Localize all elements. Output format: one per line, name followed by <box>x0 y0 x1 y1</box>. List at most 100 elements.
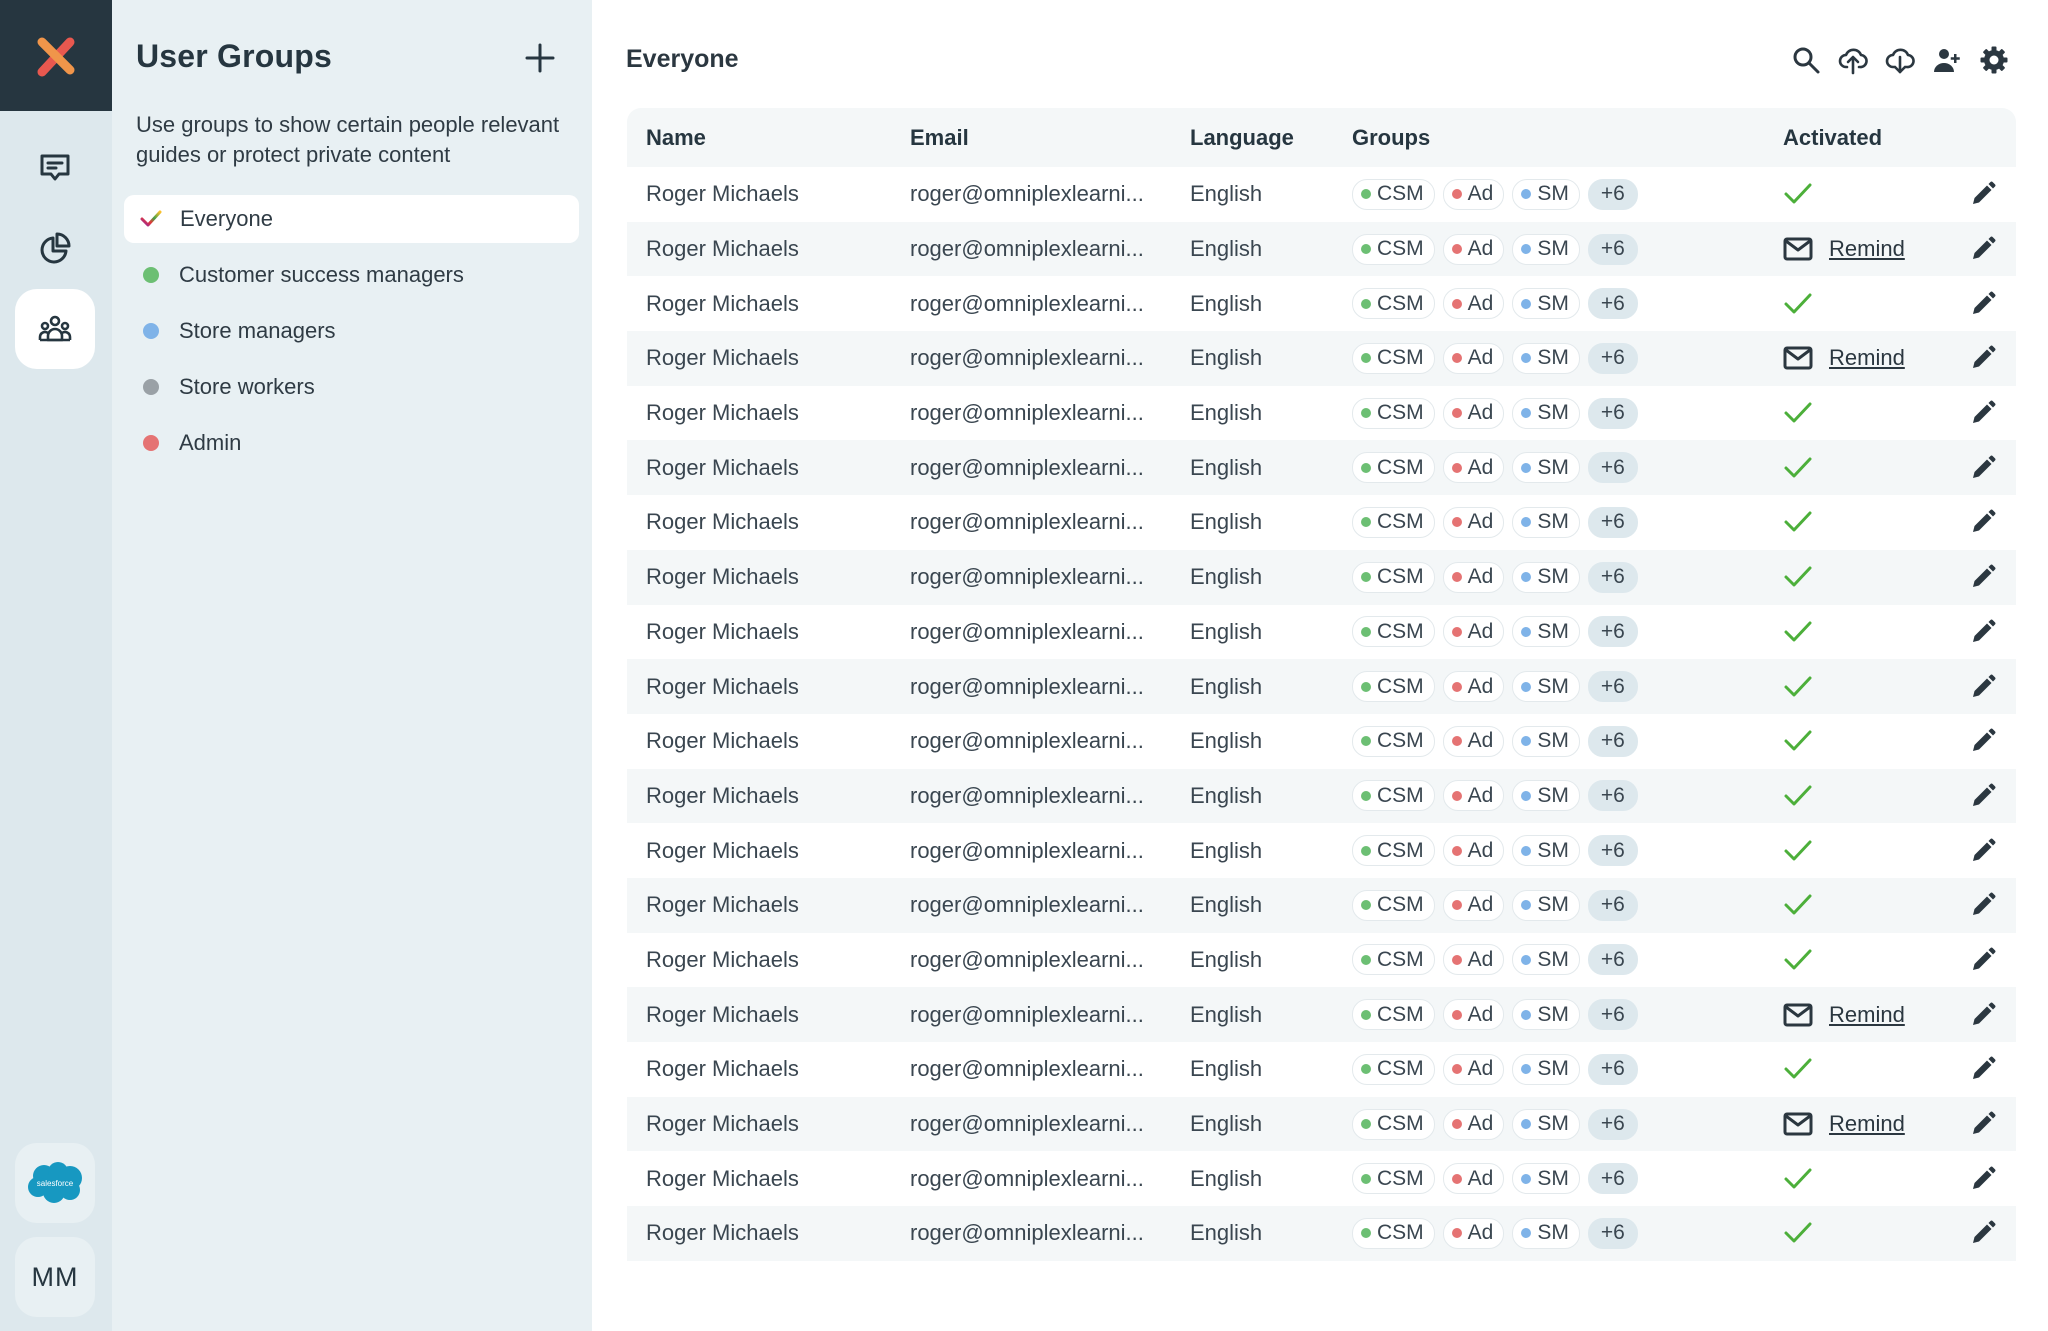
table-row[interactable]: Roger Michaels roger@omniplexlearni... E… <box>627 167 2016 222</box>
edit-user-button[interactable] <box>1970 236 1996 262</box>
more-groups-chip[interactable]: +6 <box>1587 288 1638 320</box>
edit-user-button[interactable] <box>1970 181 1996 207</box>
group-chip-csm[interactable]: CSM <box>1352 1053 1435 1085</box>
group-chip-ad[interactable]: Ad <box>1442 1217 1505 1249</box>
group-chip-ad[interactable]: Ad <box>1442 944 1505 976</box>
edit-user-button[interactable] <box>1970 1220 1996 1246</box>
group-chip-sm[interactable]: SM <box>1512 671 1580 703</box>
group-chip-ad[interactable]: Ad <box>1442 1053 1505 1085</box>
group-chip-csm[interactable]: CSM <box>1352 725 1435 757</box>
group-chip-csm[interactable]: CSM <box>1352 780 1435 812</box>
edit-user-button[interactable] <box>1970 1002 1996 1028</box>
remind-link[interactable]: Remind <box>1829 236 1905 262</box>
app-logo[interactable] <box>0 0 112 111</box>
group-chip-csm[interactable]: CSM <box>1352 944 1435 976</box>
column-header-activated[interactable]: Activated <box>1783 125 1882 151</box>
group-item-store-managers[interactable]: Store managers <box>124 307 579 355</box>
edit-user-button[interactable] <box>1970 838 1996 864</box>
more-groups-chip[interactable]: +6 <box>1587 561 1638 593</box>
edit-user-button[interactable] <box>1970 1056 1996 1082</box>
column-header-groups[interactable]: Groups <box>1352 125 1430 151</box>
more-groups-chip[interactable]: +6 <box>1587 1108 1638 1140</box>
group-chip-sm[interactable]: SM <box>1512 561 1580 593</box>
add-group-button[interactable] <box>522 40 558 76</box>
add-user-button[interactable] <box>1929 42 1965 78</box>
search-button[interactable] <box>1788 42 1824 78</box>
table-row[interactable]: Roger Michaels roger@omniplexlearni... E… <box>627 440 2016 496</box>
table-row[interactable]: Roger Michaels roger@omniplexlearni... E… <box>627 331 2016 386</box>
more-groups-chip[interactable]: +6 <box>1587 780 1638 812</box>
table-row[interactable]: Roger Michaels roger@omniplexlearni... E… <box>627 987 2016 1042</box>
remind-link[interactable]: Remind <box>1829 1002 1905 1028</box>
group-chip-csm[interactable]: CSM <box>1352 1108 1435 1140</box>
group-chip-ad[interactable]: Ad <box>1442 288 1505 320</box>
more-groups-chip[interactable]: +6 <box>1587 671 1638 703</box>
group-chip-csm[interactable]: CSM <box>1352 397 1435 429</box>
table-row[interactable]: Roger Michaels roger@omniplexlearni... E… <box>627 877 2016 933</box>
group-chip-sm[interactable]: SM <box>1512 725 1580 757</box>
more-groups-chip[interactable]: +6 <box>1587 452 1638 484</box>
group-chip-sm[interactable]: SM <box>1512 342 1580 374</box>
group-item-customer-success-managers[interactable]: Customer success managers <box>124 251 579 299</box>
group-chip-csm[interactable]: CSM <box>1352 561 1435 593</box>
table-row[interactable]: Roger Michaels roger@omniplexlearni... E… <box>627 1206 2016 1261</box>
column-header-name[interactable]: Name <box>646 125 706 151</box>
remind-button[interactable]: Remind <box>1783 236 1905 262</box>
group-chip-sm[interactable]: SM <box>1512 233 1580 265</box>
table-row[interactable]: Roger Michaels roger@omniplexlearni... E… <box>627 1042 2016 1097</box>
group-chip-sm[interactable]: SM <box>1512 944 1580 976</box>
table-row[interactable]: Roger Michaels roger@omniplexlearni... E… <box>627 1096 2016 1152</box>
more-groups-chip[interactable]: +6 <box>1587 1163 1638 1195</box>
more-groups-chip[interactable]: +6 <box>1587 342 1638 374</box>
group-chip-csm[interactable]: CSM <box>1352 506 1435 538</box>
group-chip-ad[interactable]: Ad <box>1442 1163 1505 1195</box>
group-chip-ad[interactable]: Ad <box>1442 233 1505 265</box>
group-chip-csm[interactable]: CSM <box>1352 889 1435 921</box>
group-chip-ad[interactable]: Ad <box>1442 671 1505 703</box>
edit-user-button[interactable] <box>1970 564 1996 590</box>
group-chip-sm[interactable]: SM <box>1512 1163 1580 1195</box>
edit-user-button[interactable] <box>1970 455 1996 481</box>
rail-item-analytics[interactable] <box>15 208 95 288</box>
group-chip-ad[interactable]: Ad <box>1442 725 1505 757</box>
group-chip-ad[interactable]: Ad <box>1442 780 1505 812</box>
group-chip-sm[interactable]: SM <box>1512 1108 1580 1140</box>
group-chip-ad[interactable]: Ad <box>1442 999 1505 1031</box>
table-row[interactable]: Roger Michaels roger@omniplexlearni... E… <box>627 495 2016 550</box>
edit-user-button[interactable] <box>1970 728 1996 754</box>
table-row[interactable]: Roger Michaels roger@omniplexlearni... E… <box>627 221 2016 277</box>
edit-user-button[interactable] <box>1970 892 1996 918</box>
group-chip-ad[interactable]: Ad <box>1442 397 1505 429</box>
user-avatar-button[interactable]: MM <box>15 1237 95 1317</box>
group-item-store-workers[interactable]: Store workers <box>124 363 579 411</box>
group-chip-sm[interactable]: SM <box>1512 999 1580 1031</box>
table-row[interactable]: Roger Michaels roger@omniplexlearni... E… <box>627 933 2016 988</box>
table-row[interactable]: Roger Michaels roger@omniplexlearni... E… <box>627 1151 2016 1206</box>
group-item-admin[interactable]: Admin <box>124 419 579 467</box>
remind-button[interactable]: Remind <box>1783 1111 1905 1137</box>
rail-item-messages[interactable] <box>15 128 95 208</box>
group-chip-sm[interactable]: SM <box>1512 1217 1580 1249</box>
group-chip-csm[interactable]: CSM <box>1352 178 1435 210</box>
group-chip-ad[interactable]: Ad <box>1442 342 1505 374</box>
column-header-language[interactable]: Language <box>1190 125 1294 151</box>
more-groups-chip[interactable]: +6 <box>1587 1053 1638 1085</box>
group-chip-csm[interactable]: CSM <box>1352 288 1435 320</box>
remind-button[interactable]: Remind <box>1783 1002 1905 1028</box>
edit-user-button[interactable] <box>1970 783 1996 809</box>
edit-user-button[interactable] <box>1970 509 1996 535</box>
group-chip-csm[interactable]: CSM <box>1352 616 1435 648</box>
group-chip-sm[interactable]: SM <box>1512 780 1580 812</box>
group-chip-ad[interactable]: Ad <box>1442 561 1505 593</box>
table-row[interactable]: Roger Michaels roger@omniplexlearni... E… <box>627 276 2016 331</box>
group-chip-sm[interactable]: SM <box>1512 889 1580 921</box>
more-groups-chip[interactable]: +6 <box>1587 233 1638 265</box>
group-chip-csm[interactable]: CSM <box>1352 452 1435 484</box>
more-groups-chip[interactable]: +6 <box>1587 835 1638 867</box>
more-groups-chip[interactable]: +6 <box>1587 944 1638 976</box>
group-chip-csm[interactable]: CSM <box>1352 342 1435 374</box>
group-chip-ad[interactable]: Ad <box>1442 889 1505 921</box>
more-groups-chip[interactable]: +6 <box>1587 725 1638 757</box>
more-groups-chip[interactable]: +6 <box>1587 397 1638 429</box>
group-chip-csm[interactable]: CSM <box>1352 233 1435 265</box>
